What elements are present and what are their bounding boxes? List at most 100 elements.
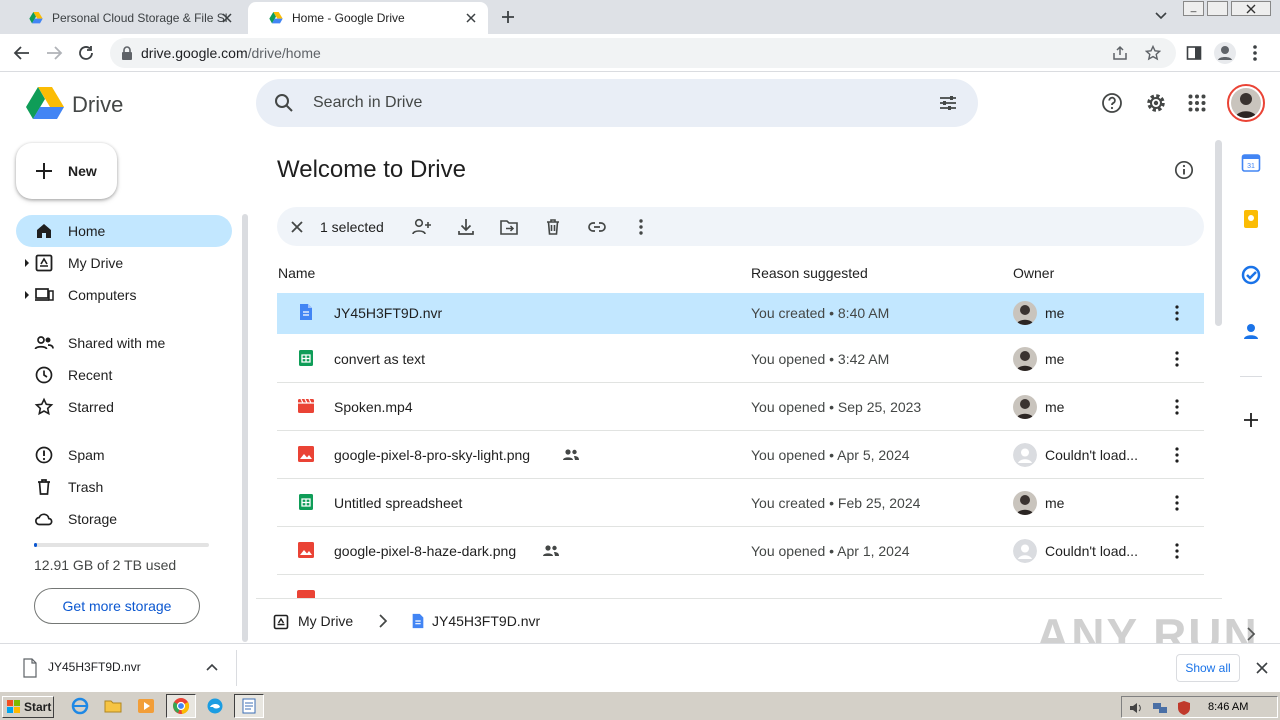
sidebar-item-my-drive[interactable]: My Drive (16, 247, 232, 279)
notepad-taskbar-button[interactable] (234, 694, 264, 718)
search-bar[interactable]: Search in Drive (256, 79, 978, 127)
sidebar-item-starred[interactable]: Starred (16, 391, 232, 423)
tab-search-chevron-icon[interactable] (1154, 11, 1168, 21)
media-player-icon[interactable] (137, 697, 155, 715)
security-shield-icon[interactable] (1176, 700, 1192, 716)
sidebar-item-shared-with-me[interactable]: Shared with me (16, 327, 232, 359)
trash-icon[interactable] (542, 216, 564, 238)
start-button[interactable]: Start (2, 696, 54, 718)
calendar-icon[interactable]: 31 (1241, 153, 1261, 173)
file-more-icon[interactable] (1167, 397, 1187, 417)
search-options-icon[interactable] (938, 93, 958, 113)
address-bar[interactable]: drive.google.com/drive/home (110, 38, 1176, 68)
file-more-icon[interactable] (1167, 303, 1187, 323)
owner-avatar (1013, 539, 1037, 563)
browser-menu-icon[interactable] (1253, 44, 1257, 62)
download-file-name[interactable]: JY45H3FT9D.nvr (48, 660, 141, 674)
breadcrumb-my-drive[interactable]: My Drive (298, 613, 353, 629)
show-all-downloads-button[interactable]: Show all (1176, 654, 1240, 682)
help-icon[interactable] (1101, 92, 1123, 114)
sidebar-item-spam[interactable]: Spam (16, 439, 232, 471)
browser-tab-2[interactable]: Home - Google Drive (248, 2, 488, 34)
profile-icon[interactable] (1214, 42, 1236, 64)
sidebar-scrollbar[interactable] (242, 214, 248, 642)
close-window-button[interactable] (1231, 1, 1271, 16)
downloads-divider (236, 650, 237, 686)
sidebar-item-storage[interactable]: Storage (16, 503, 232, 535)
clear-selection-icon[interactable] (286, 216, 308, 238)
sidebar-item-home[interactable]: Home (16, 215, 232, 247)
sidebar-item-trash[interactable]: Trash (16, 471, 232, 503)
file-name: google-pixel-8-pro-sky-light.png (334, 447, 531, 463)
info-icon[interactable] (1174, 160, 1194, 180)
chrome-taskbar-button[interactable] (166, 694, 196, 718)
drive-logo-icon[interactable] (26, 86, 64, 120)
settings-gear-icon[interactable] (1145, 92, 1167, 114)
get-more-storage-button[interactable]: Get more storage (34, 588, 200, 624)
file-row[interactable]: JY45H3FT9D.nvr You created • 8:40 AM me (277, 293, 1204, 334)
move-to-folder-icon[interactable] (498, 216, 520, 238)
side-panel-icon[interactable] (1186, 45, 1202, 61)
google-docs-file-icon (300, 304, 312, 320)
breadcrumb-file[interactable]: JY45H3FT9D.nvr (432, 613, 540, 629)
internet-explorer-icon[interactable] (71, 697, 89, 715)
share-icon[interactable] (1112, 45, 1128, 61)
volume-icon[interactable] (1128, 700, 1144, 716)
close-icon[interactable] (464, 11, 478, 25)
shared-people-icon (563, 449, 579, 460)
trash-icon (38, 479, 50, 495)
file-row[interactable]: google-pixel-8-pro-sky-light.png You ope… (277, 431, 1204, 479)
network-icon[interactable] (1152, 700, 1168, 716)
new-button[interactable]: New (16, 143, 117, 199)
back-arrow-icon[interactable] (13, 44, 31, 62)
page-title: Welcome to Drive (277, 156, 466, 183)
apps-grid-icon[interactable] (1188, 94, 1206, 112)
expand-caret-icon[interactable] (24, 290, 30, 300)
main-scrollbar[interactable] (1215, 140, 1222, 326)
search-input[interactable]: Search in Drive (313, 94, 422, 112)
file-more-icon[interactable] (1167, 493, 1187, 513)
share-person-add-icon[interactable] (411, 216, 433, 238)
file-row[interactable]: Spoken.mp4 You opened • Sep 25, 2023 me (277, 383, 1204, 431)
more-actions-icon[interactable] (630, 216, 652, 238)
link-icon[interactable] (586, 216, 608, 238)
app-name[interactable]: Drive (72, 92, 123, 118)
add-addon-plus-icon[interactable] (1241, 410, 1261, 430)
forward-arrow-icon[interactable] (45, 44, 63, 62)
close-icon[interactable] (1256, 662, 1268, 674)
keep-icon[interactable] (1241, 209, 1261, 229)
sidebar-item-recent[interactable]: Recent (16, 359, 232, 391)
download-icon[interactable] (455, 216, 477, 238)
bookmark-star-icon[interactable] (1145, 45, 1161, 61)
owner-avatar (1013, 347, 1037, 371)
search-icon[interactable] (274, 93, 294, 113)
edge-icon[interactable] (206, 697, 224, 715)
file-row[interactable]: Untitled spreadsheet You created • Feb 2… (277, 479, 1204, 527)
file-icon (23, 658, 37, 678)
chevron-up-icon[interactable] (206, 662, 218, 672)
lock-icon[interactable] (121, 46, 133, 60)
folder-icon[interactable] (104, 697, 122, 715)
reload-icon[interactable] (77, 44, 95, 62)
expand-caret-icon[interactable] (24, 258, 30, 268)
sidebar-item-computers[interactable]: Computers (16, 279, 232, 311)
file-more-icon[interactable] (1167, 349, 1187, 369)
file-more-icon[interactable] (1167, 541, 1187, 561)
file-owner: Couldn't load... (1045, 543, 1138, 559)
new-tab-icon[interactable] (500, 9, 516, 25)
file-row[interactable]: convert as text You opened • 3:42 AM me (277, 335, 1204, 383)
close-icon (1246, 4, 1256, 14)
tasks-icon[interactable] (1241, 265, 1261, 285)
file-more-icon[interactable] (1167, 445, 1187, 465)
system-tray: 8:46 AM (1121, 696, 1278, 718)
minimize-button[interactable]: _ (1183, 1, 1204, 16)
file-row[interactable]: google-pixel-8-haze-dark.png You opened … (277, 527, 1204, 575)
column-header-name[interactable]: Name (278, 265, 315, 281)
close-icon[interactable] (220, 11, 234, 25)
contacts-icon[interactable] (1241, 321, 1261, 341)
browser-tab-1[interactable]: Personal Cloud Storage & File Sharin (8, 2, 244, 34)
account-avatar[interactable] (1227, 84, 1265, 122)
sidebar-item-label: Spam (68, 447, 105, 463)
restore-button[interactable] (1207, 1, 1228, 16)
google-drive-favicon-icon (269, 12, 283, 24)
